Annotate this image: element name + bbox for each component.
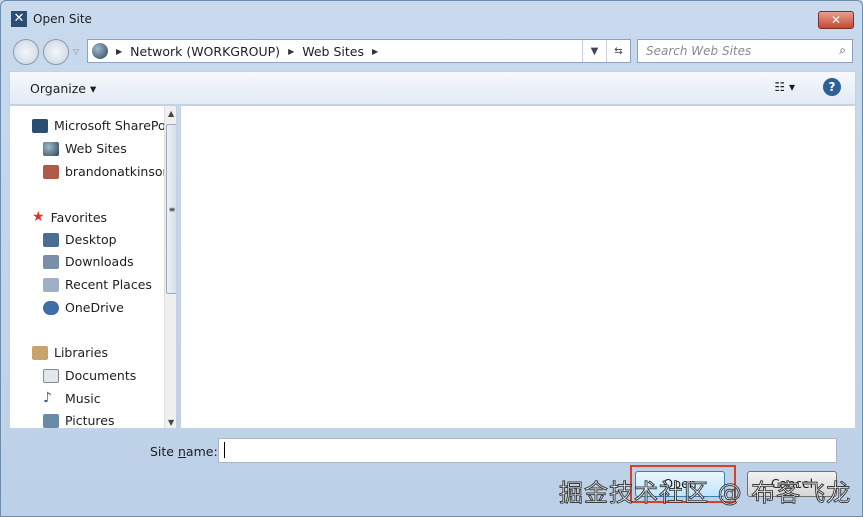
nav-label: Favorites <box>50 209 108 225</box>
network-globe-icon <box>92 43 108 59</box>
nav-sharepoint[interactable]: Microsoft SharePoint <box>32 118 177 133</box>
watermark: 掘金技术社区 @ 布客飞龙 <box>558 479 852 508</box>
back-button[interactable] <box>13 39 39 65</box>
nav-web-sites[interactable]: Web Sites <box>43 141 127 156</box>
address-dropdown-icon[interactable]: ▼ <box>582 40 606 62</box>
breadcrumb-web-sites[interactable]: Web Sites <box>302 44 364 59</box>
text-caret <box>224 442 225 458</box>
nav-label: Documents <box>65 368 137 383</box>
window-title: Open Site <box>33 12 92 26</box>
site-icon <box>43 164 59 179</box>
search-icon[interactable]: ⌕ <box>839 43 846 58</box>
scroll-down-icon[interactable]: ▼ <box>168 418 174 427</box>
nav-label: Recent Places <box>65 277 152 292</box>
downloads-icon <box>43 254 59 269</box>
nav-favorites[interactable]: ★ Favorites <box>32 209 107 225</box>
documents-icon <box>43 368 59 383</box>
forward-button[interactable] <box>43 39 69 65</box>
refresh-icon[interactable]: ⇆ <box>606 40 630 62</box>
nav-music[interactable]: ♪ Music <box>43 390 101 406</box>
nav-downloads[interactable]: Downloads <box>43 254 134 269</box>
address-bar[interactable]: ▶ Network (WORKGROUP) ▶ Web Sites ▶ ▼ ⇆ <box>87 39 631 63</box>
breadcrumb-network[interactable]: Network (WORKGROUP) <box>130 44 280 59</box>
open-site-dialog: ✕ Open Site ✕ ▽ ▶ Network (WORKGROUP) ▶ … <box>0 0 863 517</box>
search-input[interactable]: Search Web Sites ⌕ <box>637 39 853 63</box>
label-part: ame: <box>185 444 218 459</box>
toolbar: Organize ▾ ☷ ▾ ? <box>9 71 856 105</box>
nav-desktop[interactable]: Desktop <box>43 232 117 247</box>
help-icon[interactable]: ? <box>823 78 841 96</box>
recent-places-icon <box>43 277 59 292</box>
breadcrumb-chevron-icon[interactable]: ▶ <box>372 47 378 56</box>
nav-pictures[interactable]: Pictures <box>43 413 115 428</box>
nav-label: brandonatkinson <box>65 164 171 179</box>
nav-label: OneDrive <box>65 300 124 315</box>
music-icon: ♪ <box>43 390 52 406</box>
nav-onedrive[interactable]: OneDrive <box>43 300 124 315</box>
nav-label: Pictures <box>65 413 115 428</box>
sharepoint-app-icon: ✕ <box>11 11 27 27</box>
nav-scrollbar[interactable]: ▲ ≡ ▼ <box>164 106 176 428</box>
site-name-input[interactable] <box>218 438 837 463</box>
title-bar: ✕ Open Site <box>11 11 92 27</box>
label-part: Site <box>150 444 178 459</box>
libraries-icon <box>32 345 48 360</box>
star-icon: ★ <box>32 209 45 225</box>
change-view-button[interactable]: ☷ ▾ <box>774 80 795 94</box>
recent-pages-dropdown-icon[interactable]: ▽ <box>73 47 79 56</box>
close-button[interactable]: ✕ <box>818 11 854 29</box>
nav-label: Desktop <box>65 232 117 247</box>
search-placeholder: Search Web Sites <box>646 44 752 58</box>
nav-recent-places[interactable]: Recent Places <box>43 277 152 292</box>
site-name-label: Site name: <box>150 444 218 459</box>
breadcrumb-chevron-icon[interactable]: ▶ <box>288 47 294 56</box>
breadcrumb-chevron-icon[interactable]: ▶ <box>116 47 122 56</box>
desktop-icon <box>43 232 59 247</box>
nav-documents[interactable]: Documents <box>43 368 136 383</box>
nav-libraries[interactable]: Libraries <box>32 345 108 360</box>
nav-label: Downloads <box>65 254 134 269</box>
navigation-pane: Microsoft SharePoint Web Sites brandonat… <box>9 105 177 429</box>
scrollbar-thumb[interactable]: ≡ <box>166 124 176 294</box>
label-accesskey: n <box>177 444 186 459</box>
globe-icon <box>43 141 59 156</box>
nav-label: Microsoft SharePoint <box>54 118 177 133</box>
scroll-up-icon[interactable]: ▲ <box>168 109 174 118</box>
file-list-area[interactable] <box>180 105 856 429</box>
onedrive-cloud-icon <box>43 300 59 315</box>
sharepoint-icon <box>32 118 48 133</box>
nav-label: Music <box>65 390 101 406</box>
nav-label: Web Sites <box>65 141 127 156</box>
nav-brandonatkinson[interactable]: brandonatkinson <box>43 164 170 179</box>
pictures-icon <box>43 413 59 428</box>
nav-label: Libraries <box>54 345 108 360</box>
organize-button[interactable]: Organize ▾ <box>30 81 96 96</box>
